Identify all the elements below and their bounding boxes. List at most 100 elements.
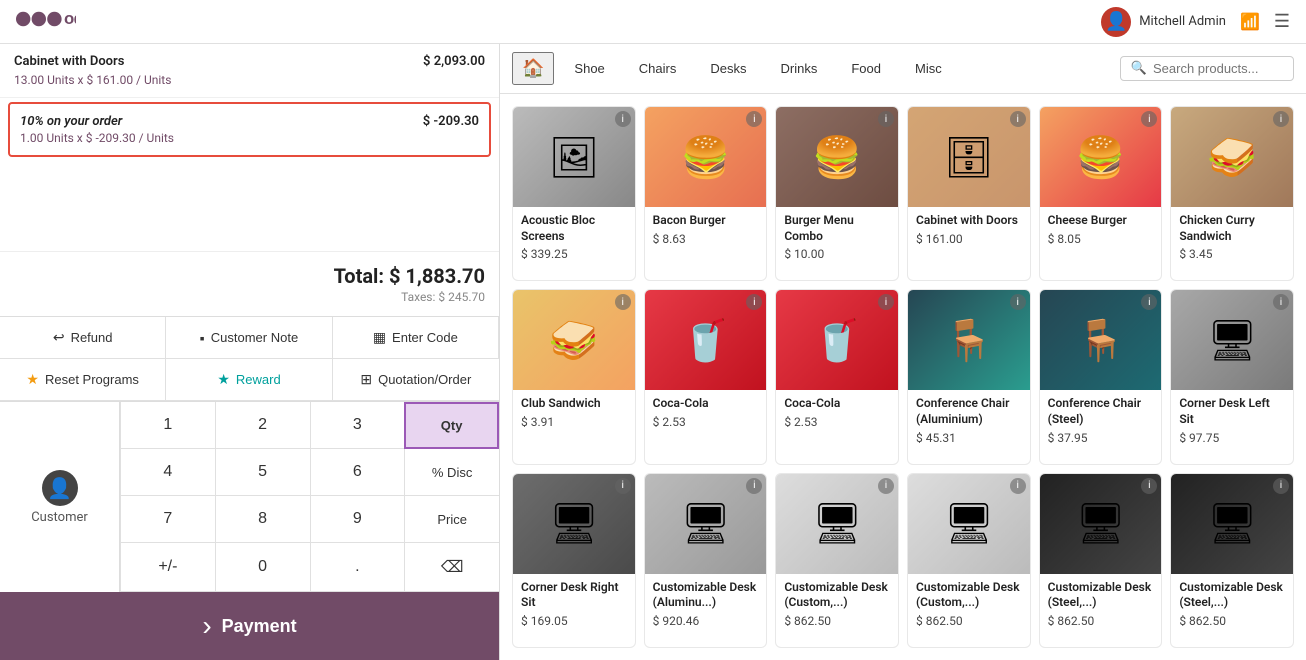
enter-code-button[interactable]: ▦ Enter Code xyxy=(333,317,499,359)
key-1[interactable]: 1 xyxy=(120,402,215,449)
product-card-cheese-burger[interactable]: 🍔Cheese Burger$ 8.05i xyxy=(1039,106,1163,281)
customer-icon: 👤 xyxy=(42,470,78,506)
product-detail-cabinet: 13.00 Units x $ 161.00 / Units xyxy=(14,73,171,87)
customer-note-icon: ▪ xyxy=(200,330,205,346)
product-price-conf-chair-al: $ 45.31 xyxy=(916,431,1022,445)
left-panel: Cabinet with Doors 13.00 Units x $ 161.0… xyxy=(0,44,500,660)
product-name-coca-cola-2: Coca-Cola xyxy=(784,396,890,412)
customer-note-button[interactable]: ▪ Customer Note xyxy=(166,317,332,359)
info-badge-club-sandwich: i xyxy=(615,294,631,310)
order-line-cabinet[interactable]: Cabinet with Doors 13.00 Units x $ 161.0… xyxy=(0,44,499,98)
main-layout: Cabinet with Doors 13.00 Units x $ 161.0… xyxy=(0,44,1306,660)
payment-button[interactable]: › Payment xyxy=(0,592,499,660)
product-card-custom-desk-s2[interactable]: 🖥Customizable Desk (Steel,...)$ 862.50i xyxy=(1170,473,1294,648)
product-card-conf-chair-al[interactable]: 🪑Conference Chair (Aluminium)$ 45.31i xyxy=(907,289,1031,464)
key-6[interactable]: 6 xyxy=(310,449,405,496)
product-name-custom-desk-s1: Customizable Desk (Steel,...) xyxy=(1048,580,1154,611)
category-nav: 🏠 Shoe Chairs Desks Drinks Food Misc 🔍 xyxy=(500,44,1306,94)
key-3[interactable]: 3 xyxy=(310,402,405,449)
product-card-custom-desk-c2[interactable]: 🖥Customizable Desk (Custom,...)$ 862.50i xyxy=(907,473,1031,648)
total-line: Total: $ 1,883.70 xyxy=(14,264,485,288)
product-price-cabinet-doors: $ 161.00 xyxy=(916,232,1022,246)
user-name: Mitchell Admin xyxy=(1139,14,1226,29)
key-plusminus[interactable]: +/- xyxy=(120,543,215,592)
key-disc[interactable]: % Disc xyxy=(404,449,499,496)
product-name-cabinet: Cabinet with Doors xyxy=(14,54,171,71)
quotation-order-button[interactable]: ⊞ Quotation/Order xyxy=(333,359,499,401)
product-card-corner-desk-l[interactable]: 🖥Corner Desk Left Sit$ 97.75i xyxy=(1170,289,1294,464)
discount-amount: $ -209.30 xyxy=(423,114,479,129)
payment-arrow-icon: › xyxy=(202,610,211,642)
product-name-bacon-burger: Bacon Burger xyxy=(653,213,759,229)
refund-button[interactable]: ↩ Refund xyxy=(0,317,166,359)
product-name-corner-desk-l: Corner Desk Left Sit xyxy=(1179,396,1285,427)
discount-line[interactable]: 10% on your order 1.00 Units x $ -209.30… xyxy=(8,102,491,157)
cat-food[interactable]: Food xyxy=(837,56,895,81)
taxes-line: Taxes: $ 245.70 xyxy=(14,290,485,304)
customer-button[interactable]: 👤 Customer xyxy=(0,402,120,592)
cat-desks[interactable]: Desks xyxy=(696,56,760,81)
home-category-button[interactable]: 🏠 xyxy=(512,52,554,85)
product-card-bacon-burger[interactable]: 🍔Bacon Burger$ 8.63i xyxy=(644,106,768,281)
key-qty[interactable]: Qty xyxy=(404,402,499,449)
product-card-burger-menu[interactable]: 🍔Burger Menu Combo$ 10.00i xyxy=(775,106,899,281)
info-badge-corner-desk-r: i xyxy=(615,478,631,494)
key-4[interactable]: 4 xyxy=(120,449,215,496)
hamburger-menu-icon[interactable]: ☰ xyxy=(1274,11,1290,32)
product-card-coca-cola-2[interactable]: 🥤Coca-Cola$ 2.53i xyxy=(775,289,899,464)
product-card-corner-desk-r[interactable]: 🖥Corner Desk Right Sit$ 169.05i xyxy=(512,473,636,648)
product-card-coca-cola-1[interactable]: 🥤Coca-Cola$ 2.53i xyxy=(644,289,768,464)
cat-chairs[interactable]: Chairs xyxy=(625,56,691,81)
discount-name: 10% on your order xyxy=(20,114,174,129)
product-card-conf-chair-st[interactable]: 🪑Conference Chair (Steel)$ 37.95i xyxy=(1039,289,1163,464)
key-5[interactable]: 5 xyxy=(215,449,310,496)
reward-button[interactable]: ★ Reward xyxy=(166,359,332,401)
key-7[interactable]: 7 xyxy=(120,496,215,543)
svg-text:odoo: odoo xyxy=(64,8,76,27)
product-card-custom-desk-s1[interactable]: 🖥Customizable Desk (Steel,...)$ 862.50i xyxy=(1039,473,1163,648)
order-lines: Cabinet with Doors 13.00 Units x $ 161.0… xyxy=(0,44,499,251)
numpad-grid: 1 2 3 Qty 4 5 6 % Disc 7 8 9 Price +/- 0… xyxy=(120,402,499,592)
key-price[interactable]: Price xyxy=(404,496,499,543)
product-card-chicken-curry[interactable]: 🥪Chicken Curry Sandwich$ 3.45i xyxy=(1170,106,1294,281)
enter-code-icon: ▦ xyxy=(373,329,386,346)
product-card-custom-desk-al[interactable]: 🖥Customizable Desk (Aluminu...)$ 920.46i xyxy=(644,473,768,648)
product-price-bacon-burger: $ 8.63 xyxy=(653,232,759,246)
key-2[interactable]: 2 xyxy=(215,402,310,449)
search-box[interactable]: 🔍 xyxy=(1120,56,1294,81)
product-card-cabinet-doors[interactable]: 🗄Cabinet with Doors$ 161.00i xyxy=(907,106,1031,281)
product-card-custom-desk-c1[interactable]: 🖥Customizable Desk (Custom,...)$ 862.50i xyxy=(775,473,899,648)
product-card-club-sandwich[interactable]: 🥪Club Sandwich$ 3.91i xyxy=(512,289,636,464)
product-name-custom-desk-c1: Customizable Desk (Custom,...) xyxy=(784,580,890,611)
key-dot[interactable]: . xyxy=(310,543,405,592)
cat-shoe[interactable]: Shoe xyxy=(560,56,618,81)
product-name-custom-desk-al: Customizable Desk (Aluminu...) xyxy=(653,580,759,611)
cat-misc[interactable]: Misc xyxy=(901,56,956,81)
key-8[interactable]: 8 xyxy=(215,496,310,543)
product-amount-cabinet: $ 2,093.00 xyxy=(423,54,485,69)
search-input[interactable] xyxy=(1153,61,1283,76)
cat-drinks[interactable]: Drinks xyxy=(767,56,832,81)
product-name-acoustic: Acoustic Bloc Screens xyxy=(521,213,627,244)
info-badge-custom-desk-c2: i xyxy=(1010,478,1026,494)
key-backspace[interactable]: ⌫ xyxy=(404,543,499,592)
total-section: Total: $ 1,883.70 Taxes: $ 245.70 xyxy=(0,251,499,316)
star-icon-reward: ★ xyxy=(217,371,230,388)
product-price-custom-desk-al: $ 920.46 xyxy=(653,614,759,628)
avatar: 👤 xyxy=(1101,7,1131,37)
product-name-coca-cola-1: Coca-Cola xyxy=(653,396,759,412)
product-card-acoustic[interactable]: 🖼Acoustic Bloc Screens$ 339.25i xyxy=(512,106,636,281)
product-name-custom-desk-c2: Customizable Desk (Custom,...) xyxy=(916,580,1022,611)
product-price-custom-desk-c1: $ 862.50 xyxy=(784,614,890,628)
product-name-conf-chair-al: Conference Chair (Aluminium) xyxy=(916,396,1022,427)
numpad-area: 👤 Customer 1 2 3 Qty 4 5 6 % Disc 7 8 9 … xyxy=(0,401,499,592)
reset-programs-button[interactable]: ★ Reset Programs xyxy=(0,359,166,401)
key-9[interactable]: 9 xyxy=(310,496,405,543)
product-name-cabinet-doors: Cabinet with Doors xyxy=(916,213,1022,229)
key-0[interactable]: 0 xyxy=(215,543,310,592)
product-price-custom-desk-s1: $ 862.50 xyxy=(1048,614,1154,628)
product-name-cheese-burger: Cheese Burger xyxy=(1048,213,1154,229)
product-price-custom-desk-s2: $ 862.50 xyxy=(1179,614,1285,628)
right-panel: 🏠 Shoe Chairs Desks Drinks Food Misc 🔍 🖼… xyxy=(500,44,1306,660)
info-badge-custom-desk-c1: i xyxy=(878,478,894,494)
